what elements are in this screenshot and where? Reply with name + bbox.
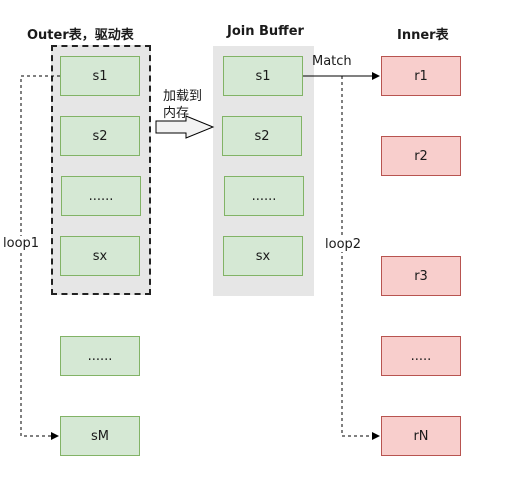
loop1-connector [20, 75, 60, 440]
loop2-connector [341, 76, 380, 440]
loop1-label: loop1 [3, 236, 40, 251]
connector-layer [20, 72, 380, 440]
loop2-label: loop2 [325, 237, 362, 252]
load-to-memory-label-line2: 内存 [163, 106, 190, 121]
match-label: Match [312, 54, 352, 69]
